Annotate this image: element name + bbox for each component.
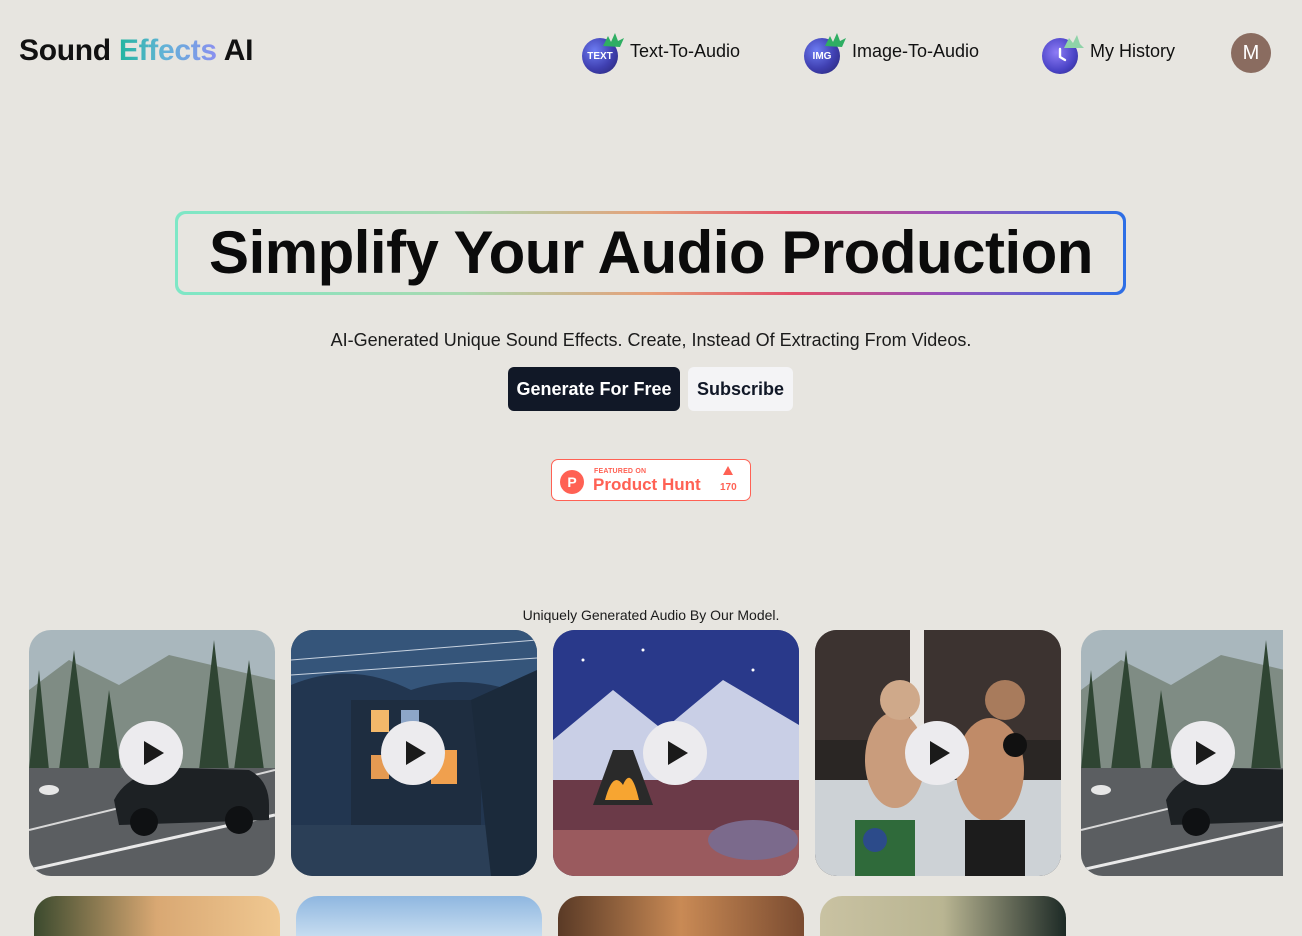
user-avatar[interactable]: M — [1231, 33, 1271, 73]
product-hunt-badge[interactable]: P FEATURED ON Product Hunt 170 — [551, 459, 751, 501]
logo-word-effects: Effects — [118, 34, 217, 67]
play-button[interactable] — [381, 721, 445, 785]
nav-text-to-audio[interactable]: TEXT Text-To-Audio — [582, 32, 741, 74]
gallery-card-row2-1[interactable] — [34, 896, 280, 936]
nav-image-to-audio-label: Image-To-Audio — [852, 40, 980, 61]
play-icon — [1196, 741, 1216, 765]
gallery-card-car[interactable] — [29, 630, 275, 876]
logo-word-sound: Sound — [19, 34, 111, 67]
gallery-card-row2-3[interactable] — [558, 896, 804, 936]
gallery-card-rainy-house[interactable] — [291, 630, 537, 876]
logo-word-ai: AI — [223, 34, 254, 67]
product-hunt-name: Product Hunt — [593, 475, 701, 494]
product-hunt-logo-icon: P — [560, 470, 584, 494]
product-hunt-upvote-count: 170 — [720, 482, 737, 493]
nav-my-history[interactable]: My History — [1042, 32, 1175, 74]
product-hunt-featured-label: FEATURED ON — [594, 468, 647, 475]
image-audio-icon: IMG — [804, 33, 846, 74]
nav-text-to-audio-label: Text-To-Audio — [630, 40, 741, 61]
nav-image-to-audio[interactable]: IMG Image-To-Audio — [804, 32, 980, 74]
site-logo[interactable]: Sound Effects AI — [19, 34, 253, 68]
gallery-card-mma[interactable] — [815, 630, 1061, 876]
hero-title: Simplify Your Audio Production — [209, 219, 1093, 286]
play-button[interactable] — [905, 721, 969, 785]
upvote-arrow-icon — [723, 466, 733, 475]
play-icon — [668, 741, 688, 765]
play-icon — [930, 741, 950, 765]
text-audio-icon: TEXT — [582, 33, 624, 74]
play-icon — [406, 741, 426, 765]
play-icon — [144, 741, 164, 765]
gallery-caption: Uniquely Generated Audio By Our Model. — [522, 607, 780, 623]
gallery-card-row2-4[interactable] — [820, 896, 1066, 936]
gallery-card-fireplace[interactable] — [553, 630, 799, 876]
play-button[interactable] — [1171, 721, 1235, 785]
gallery-card-car-repeat[interactable] — [1081, 630, 1283, 876]
play-button[interactable] — [643, 721, 707, 785]
gallery-card-row2-2[interactable] — [296, 896, 542, 936]
subscribe-button[interactable]: Subscribe — [688, 367, 793, 411]
generate-for-free-button[interactable]: Generate For Free — [508, 367, 680, 411]
play-button[interactable] — [119, 721, 183, 785]
hero-subtitle: AI-Generated Unique Sound Effects. Creat… — [330, 330, 972, 350]
nav-my-history-label: My History — [1090, 40, 1175, 61]
clock-icon — [1042, 34, 1084, 74]
